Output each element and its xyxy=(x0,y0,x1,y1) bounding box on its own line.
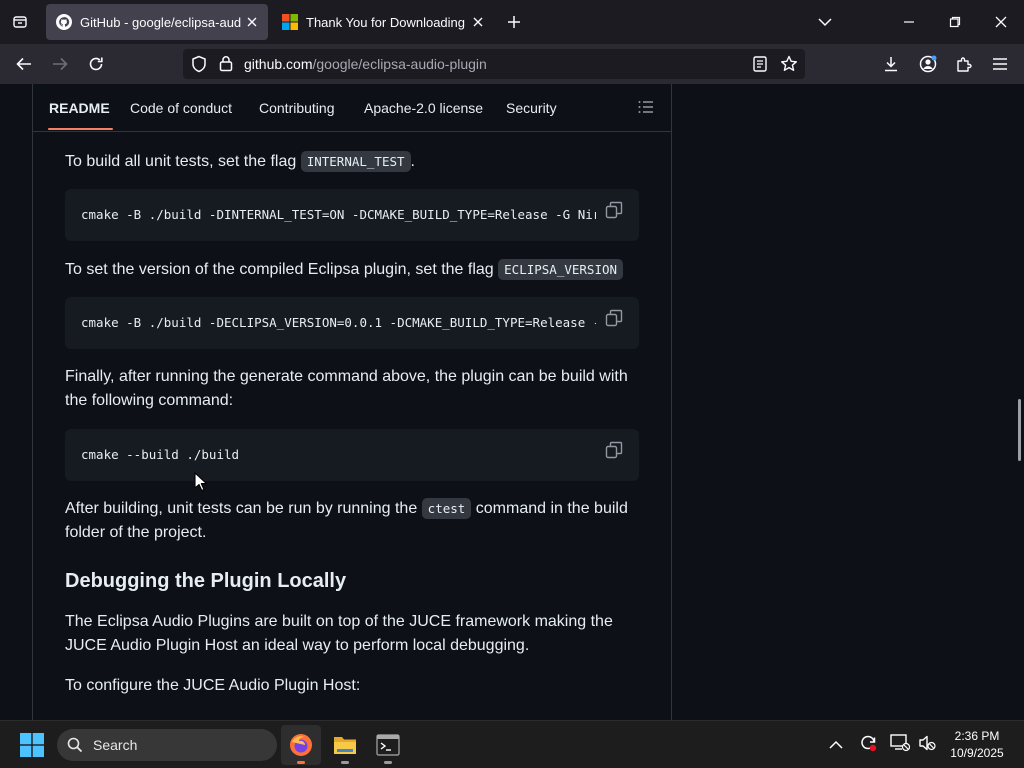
new-tab-icon[interactable] xyxy=(504,12,524,32)
forward-icon[interactable] xyxy=(48,53,72,75)
url-domain: github.com xyxy=(244,56,313,72)
outline-list-icon[interactable] xyxy=(637,98,655,116)
reader-view-icon[interactable] xyxy=(753,56,767,77)
text: After building, unit tests can be run by… xyxy=(65,500,422,517)
code-text[interactable]: cmake -B ./build -DECLIPSA_VERSION=0.0.1… xyxy=(81,315,596,330)
volume-muted-icon[interactable] xyxy=(918,734,936,757)
file-explorer-taskbar-button[interactable] xyxy=(325,725,365,765)
folder-icon xyxy=(334,737,356,754)
list-all-tabs-icon[interactable] xyxy=(815,12,835,32)
browser-tab-bar: GitHub - google/eclipsa-audio- Thank You… xyxy=(0,0,1024,44)
downloads-icon[interactable] xyxy=(880,53,902,75)
inline-code: INTERNAL_TEST xyxy=(300,151,411,172)
text: . xyxy=(410,153,415,170)
tab-close-icon[interactable] xyxy=(468,12,488,32)
url-bar[interactable]: github.com/google/eclipsa-audio-plugin xyxy=(183,49,805,79)
taskbar: Search 2:36 PM 10/9/2025 xyxy=(0,720,1024,768)
tab-security[interactable]: Security xyxy=(506,84,557,131)
text: To set the version of the compiled Eclip… xyxy=(65,261,499,278)
minimize-icon[interactable] xyxy=(898,12,920,32)
code-text[interactable]: cmake --build ./build xyxy=(81,447,596,462)
terminal-taskbar-button[interactable] xyxy=(368,725,408,765)
active-indicator xyxy=(297,761,305,764)
code-block-2: cmake -B ./build -DECLIPSA_VERSION=0.0.1… xyxy=(65,297,639,349)
search-label: Search xyxy=(93,737,138,753)
window-close-icon[interactable] xyxy=(990,12,1012,32)
tab-code-of-conduct[interactable]: Code of conduct xyxy=(130,84,232,131)
menu-icon[interactable] xyxy=(989,53,1011,75)
show-hidden-icons-icon[interactable] xyxy=(829,737,843,755)
running-indicator xyxy=(384,761,392,764)
tracking-protection-icon[interactable] xyxy=(191,55,207,78)
network-icon[interactable] xyxy=(890,734,911,757)
restore-icon[interactable] xyxy=(944,12,966,32)
account-icon[interactable] xyxy=(917,53,939,75)
code-text[interactable]: cmake -B ./build -DINTERNAL_TEST=ON -DCM… xyxy=(81,207,596,222)
search-icon xyxy=(67,737,83,753)
terminal-icon xyxy=(376,734,400,756)
update-sync-icon[interactable] xyxy=(858,733,878,758)
scrollbar-thumb[interactable] xyxy=(1018,399,1021,461)
tab-github[interactable]: GitHub - google/eclipsa-audio- xyxy=(46,4,268,40)
copy-icon[interactable] xyxy=(605,309,625,329)
text: To build all unit tests, set the flag xyxy=(65,153,301,170)
paragraph-configure: To configure the JUCE Audio Plugin Host: xyxy=(65,677,361,694)
active-tab-underline xyxy=(48,128,113,130)
tab-readme[interactable]: README xyxy=(49,84,110,131)
tab-title: Thank You for Downloading Vis xyxy=(306,14,468,30)
reload-icon[interactable] xyxy=(84,53,108,75)
inline-code: ECLIPSA_VERSION xyxy=(498,259,624,280)
github-icon xyxy=(56,14,72,30)
clock-date[interactable]: 10/9/2025 xyxy=(942,746,1012,760)
lock-icon[interactable] xyxy=(219,55,233,77)
copy-icon[interactable] xyxy=(605,441,625,461)
taskbar-search[interactable]: Search xyxy=(57,729,277,761)
mouse-cursor-icon xyxy=(194,472,208,492)
extensions-icon[interactable] xyxy=(953,53,975,75)
paragraph-version: To set the version of the compiled Eclip… xyxy=(65,258,645,282)
back-icon[interactable] xyxy=(12,53,36,75)
paragraph-build-command: Finally, after running the generate comm… xyxy=(65,368,628,409)
section-heading: Debugging the Plugin Locally xyxy=(65,570,347,592)
copy-icon[interactable] xyxy=(605,201,625,221)
bookmark-star-icon[interactable] xyxy=(780,55,798,78)
page-content: README Code of conduct Contributing Apac… xyxy=(0,84,1024,720)
tab-thank-you[interactable]: Thank You for Downloading Vis xyxy=(272,4,494,40)
firefox-taskbar-button[interactable] xyxy=(281,725,321,765)
paragraph-unit-tests: To build all unit tests, set the flag IN… xyxy=(65,150,645,174)
code-block-3: cmake --build ./build xyxy=(65,429,639,481)
running-indicator xyxy=(341,761,349,764)
tab-title: GitHub - google/eclipsa-audio- xyxy=(80,14,242,30)
tab-contributing[interactable]: Contributing xyxy=(259,84,335,131)
browser-nav-bar: github.com/google/eclipsa-audio-plugin xyxy=(0,44,1024,84)
url-text[interactable]: github.com/google/eclipsa-audio-plugin xyxy=(244,56,487,72)
url-path: /google/eclipsa-audio-plugin xyxy=(312,56,487,72)
windows-start-icon[interactable] xyxy=(20,733,44,762)
tab-license[interactable]: Apache-2.0 license xyxy=(364,84,483,131)
tab-list-icon[interactable] xyxy=(8,10,32,34)
tab-close-icon[interactable] xyxy=(242,12,262,32)
code-block-1: cmake -B ./build -DINTERNAL_TEST=ON -DCM… xyxy=(65,189,639,241)
paragraph-juce: The Eclipsa Audio Plugins are built on t… xyxy=(65,613,613,654)
inline-code: ctest xyxy=(421,498,472,519)
clock-time[interactable]: 2:36 PM xyxy=(942,729,1012,743)
paragraph-ctest: After building, unit tests can be run by… xyxy=(65,497,645,545)
firefox-icon xyxy=(290,734,312,756)
microsoft-icon xyxy=(282,14,298,30)
readme-nav: README Code of conduct Contributing Apac… xyxy=(33,84,671,132)
